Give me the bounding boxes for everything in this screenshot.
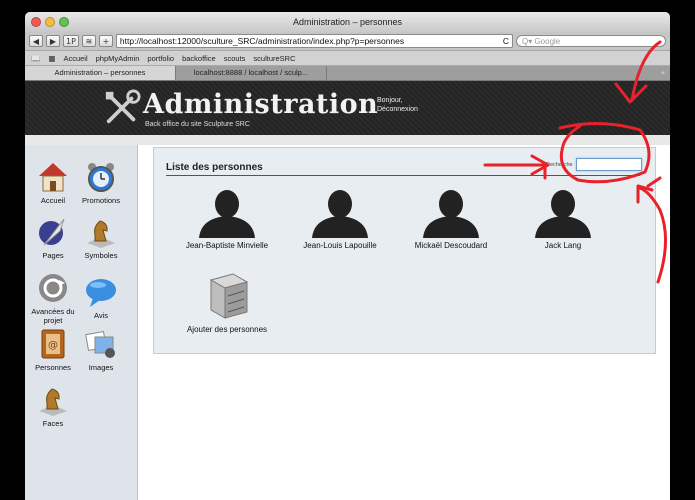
bookmark-accueil[interactable]: Accueil <box>63 54 87 63</box>
person-name: Mickaël Descoudard <box>414 241 488 250</box>
person-name: Jack Lang <box>544 241 582 250</box>
chess-knight-icon <box>39 388 67 416</box>
bookmark-phpmyadmin[interactable]: phpMyAdmin <box>96 54 140 63</box>
person-name: Jean-Louis Lapouille <box>303 241 377 250</box>
zoom-icon[interactable] <box>59 17 69 27</box>
url-text: http://localhost:12000/sculture_SRC/admi… <box>119 36 405 46</box>
sidebar-item-label: Promotions <box>82 196 120 205</box>
sidebar-item-images[interactable]: Images <box>76 327 126 372</box>
person-card[interactable]: Jean-Louis Lapouille <box>279 188 401 250</box>
close-icon[interactable] <box>31 17 41 27</box>
browser-toolbar: ◀ ▶ 1P ≋ + http://localhost:12000/scultu… <box>25 32 670 51</box>
back-button[interactable]: ◀ <box>29 35 43 47</box>
quill-icon <box>39 218 65 246</box>
person-card[interactable]: Mickaël Descoudard <box>390 188 512 250</box>
person-silhouette-icon <box>312 190 368 238</box>
window-titlebar: Administration – personnes <box>25 12 670 32</box>
sidebar-item-label: Personnes <box>35 363 71 372</box>
add-bookmark-button[interactable]: + <box>98 35 113 47</box>
sidebar-item-label: Symboles <box>84 251 118 260</box>
home-icon <box>39 163 67 192</box>
sidebar-item-label: Pages <box>42 251 64 260</box>
person-silhouette-icon <box>199 190 255 238</box>
add-persons-button[interactable]: Ajouter des personnes <box>166 270 288 334</box>
greeting-text: Bonjour, <box>377 97 403 104</box>
sidebar-item-label: Avis <box>93 311 109 320</box>
sidebar-item-label: Avancées du projet <box>31 307 75 325</box>
search-label: Recherche <box>546 162 573 168</box>
sidebar: Accueil Promotions Pages Symboles Avancé… <box>25 145 138 500</box>
rss-button[interactable]: ≋ <box>81 35 96 47</box>
tab-phpmyadmin[interactable]: localhost:8888 / localhost / sculp... <box>176 66 327 80</box>
title-divider <box>166 175 640 176</box>
main-content: Liste des personnes Recherche Jean-Bapti… <box>138 145 670 500</box>
window-title: Administration – personnes <box>292 17 403 27</box>
sidebar-item-avis[interactable]: Avis <box>76 275 126 320</box>
site-header: Administration Back office du site Sculp… <box>25 81 670 135</box>
person-name: Jean-Baptiste Minvielle <box>185 241 269 250</box>
person-card[interactable]: Jack Lang <box>502 188 624 250</box>
reading-list-icon[interactable]: 📖 <box>31 54 40 63</box>
svg-text:@: @ <box>48 340 58 351</box>
search-input[interactable] <box>576 158 642 171</box>
sidebar-item-personnes[interactable]: @ Personnes <box>28 327 78 372</box>
sidebar-item-label: Images <box>88 363 114 372</box>
photos-icon <box>85 330 115 358</box>
bookmarks-bar: 📖 ▦ Accueil phpMyAdmin portfolio backoff… <box>25 51 670 66</box>
grid-icon[interactable]: ▦ <box>48 54 55 63</box>
site-subtitle: Back office du site Sculpture SRC <box>145 121 250 128</box>
sidebar-item-label: Accueil <box>40 196 66 205</box>
bookmark-sculturesrc[interactable]: scultureSRC <box>253 54 295 63</box>
sidebar-item-pages[interactable]: Pages <box>28 215 78 260</box>
sidebar-item-label: Faces <box>42 419 64 428</box>
site-title: Administration <box>143 89 379 120</box>
sidebar-item-faces[interactable]: Faces <box>28 383 78 428</box>
sidebar-item-avancees[interactable]: Avancées du projet <box>28 271 78 325</box>
tab-bar: Administration – personnes localhost:888… <box>25 66 670 81</box>
forward-button[interactable]: ▶ <box>46 35 60 47</box>
refresh-icon <box>39 274 67 302</box>
reload-icon[interactable]: C <box>503 35 509 47</box>
person-card[interactable]: Jean-Baptiste Minvielle <box>166 188 288 250</box>
person-silhouette-icon <box>535 190 591 238</box>
chess-knight-icon <box>87 220 115 248</box>
google-search-input[interactable]: Q▾ Google <box>516 35 666 47</box>
person-silhouette-icon <box>423 190 479 238</box>
section-title: Liste des personnes <box>166 162 263 173</box>
minimize-icon[interactable] <box>45 17 55 27</box>
server-cabinet-icon <box>209 273 249 319</box>
bookmark-backoffice[interactable]: backoffice <box>182 54 216 63</box>
window-controls <box>31 17 69 27</box>
browser-window: Administration – personnes ◀ ▶ 1P ≋ + ht… <box>25 12 670 500</box>
onepassword-button[interactable]: 1P <box>63 35 79 47</box>
alarm-clock-icon <box>88 163 114 192</box>
logout-link[interactable]: Déconnexion <box>377 105 418 114</box>
address-book-icon: @ <box>41 329 65 359</box>
persons-panel: Liste des personnes Recherche Jean-Bapti… <box>153 147 656 354</box>
bookmark-scouts[interactable]: scouts <box>224 54 246 63</box>
bookmark-portfolio[interactable]: portfolio <box>147 54 174 63</box>
sidebar-item-promotions[interactable]: Promotions <box>76 160 126 205</box>
user-greeting-block: Bonjour, Déconnexion <box>377 96 418 114</box>
new-tab-icon[interactable]: + <box>656 66 670 80</box>
sidebar-item-symboles[interactable]: Symboles <box>76 215 126 260</box>
tools-icon <box>105 89 141 124</box>
add-persons-label: Ajouter des personnes <box>186 325 268 334</box>
sidebar-item-accueil[interactable]: Accueil <box>28 160 78 205</box>
address-bar[interactable]: http://localhost:12000/sculture_SRC/admi… <box>115 34 513 48</box>
speech-bubble-icon <box>86 279 116 307</box>
tab-administration[interactable]: Administration – personnes <box>25 66 176 80</box>
